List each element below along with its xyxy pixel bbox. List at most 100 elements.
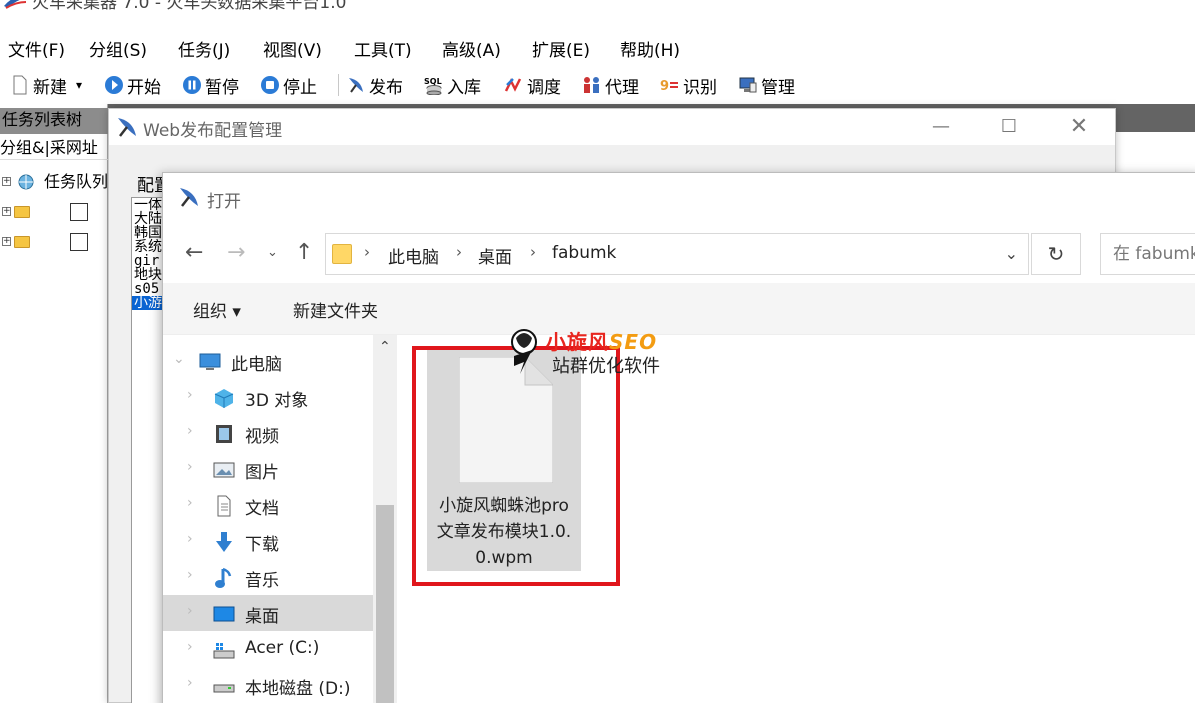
breadcrumb-separator-icon[interactable]: › [456, 243, 462, 261]
nav-item-3d-objects[interactable]: › 3D 对象 [163, 379, 373, 415]
tree-group-row[interactable]: + [0, 200, 108, 224]
chevron-right-icon[interactable]: › [187, 567, 193, 583]
breadcrumb-desktop[interactable]: 桌面 [478, 243, 512, 268]
highlight-annotation [412, 346, 620, 586]
svg-text:9: 9 [660, 79, 669, 94]
nav-item-music[interactable]: › 音乐 [163, 559, 373, 595]
scroll-up-icon[interactable]: ⌃ [379, 339, 391, 355]
start-label: 开始 [127, 77, 161, 98]
nav-label: 音乐 [245, 571, 279, 591]
new-label: 新建 [33, 77, 67, 98]
tree-group-row[interactable]: + [0, 230, 108, 254]
video-icon [216, 425, 232, 443]
chevron-right-icon[interactable]: › [187, 639, 193, 655]
forward-arrow-icon[interactable]: → [227, 239, 245, 267]
nav-item-pictures[interactable]: › 图片 [163, 451, 373, 487]
menu-file[interactable]: 文件(F) [8, 36, 65, 61]
minimize-icon[interactable]: — [923, 115, 959, 139]
import-button[interactable]: SQL 入库 [424, 72, 481, 98]
up-arrow-icon[interactable]: ↑ [295, 239, 313, 267]
expand-icon[interactable]: + [2, 177, 11, 186]
chevron-down-icon[interactable]: ⌄ [1005, 244, 1018, 263]
nav-item-desktop[interactable]: › 桌面 [163, 595, 373, 631]
publish-button[interactable]: 发布 [346, 72, 403, 98]
menu-help[interactable]: 帮助(H) [620, 36, 680, 61]
nav-item-this-pc[interactable]: ⌄ 此电脑 [163, 343, 373, 379]
play-icon [105, 76, 123, 94]
nav-item-drive-d[interactable]: › 本地磁盘 (D:) [163, 667, 373, 703]
start-button[interactable]: 开始 [104, 72, 161, 98]
nav-label: 图片 [245, 463, 279, 483]
expand-icon[interactable]: + [2, 207, 11, 216]
nav-label: 文档 [245, 499, 279, 519]
open-dialog-titlebar[interactable]: 打开 [163, 173, 1195, 217]
pause-button[interactable]: 暂停 [182, 72, 239, 98]
task-tree-columns[interactable]: 分组&|采网址 [0, 136, 108, 160]
nav-item-videos[interactable]: › 视频 [163, 415, 373, 451]
new-button[interactable]: 新建 ▾ [10, 72, 82, 98]
manage-button[interactable]: 管理 [738, 72, 795, 98]
chevron-right-icon[interactable]: › [187, 603, 193, 619]
refresh-button[interactable]: ↻ [1031, 233, 1081, 275]
organize-button[interactable]: 组织 ▾ [193, 297, 241, 322]
nav-item-documents[interactable]: › 文档 [163, 487, 373, 523]
stop-label: 停止 [283, 77, 317, 98]
breadcrumb-fabumk[interactable]: fabumk [552, 243, 616, 263]
chevron-down-icon[interactable]: ⌄ [173, 351, 185, 367]
close-icon[interactable]: ✕ [1061, 115, 1097, 139]
chevron-right-icon[interactable]: › [187, 387, 193, 403]
watermark: 小旋风SEO 站群优化软件 [500, 320, 700, 382]
group-checkbox[interactable] [70, 203, 88, 221]
3d-objects-icon [214, 389, 234, 408]
nav-label: 此电脑 [231, 355, 282, 375]
nav-item-downloads[interactable]: › 下载 [163, 523, 373, 559]
task-tree-header: 任务列表树 [0, 108, 108, 134]
folder-icon [332, 244, 352, 264]
chevron-right-icon[interactable]: › [187, 675, 193, 691]
web-dialog-titlebar[interactable]: Web发布配置管理 — ☐ ✕ [109, 109, 1115, 145]
search-box[interactable] [1100, 233, 1195, 275]
schedule-button[interactable]: 调度 [504, 72, 561, 98]
breadcrumb-separator-icon[interactable]: › [530, 243, 536, 261]
expand-icon[interactable]: + [2, 237, 11, 246]
manage-icon [739, 77, 757, 93]
recent-locations-chevron-icon[interactable]: ⌄ [267, 239, 278, 267]
menu-view[interactable]: 视图(V) [263, 36, 322, 61]
menu-extend[interactable]: 扩展(E) [532, 36, 590, 61]
breadcrumb-separator-icon[interactable]: › [364, 243, 370, 261]
desktop-icon [213, 606, 235, 622]
nav-label: 本地磁盘 (D:) [245, 679, 351, 699]
chevron-right-icon[interactable]: › [187, 495, 193, 511]
new-file-icon [13, 75, 27, 95]
stop-button[interactable]: 停止 [260, 72, 317, 98]
menu-tools[interactable]: 工具(T) [354, 36, 412, 61]
proxy-button[interactable]: 代理 [582, 72, 639, 98]
chevron-right-icon[interactable]: › [187, 531, 193, 547]
maximize-icon[interactable]: ☐ [991, 115, 1027, 139]
menu-task[interactable]: 任务(J) [178, 36, 230, 61]
group-checkbox[interactable] [70, 233, 88, 251]
chevron-right-icon[interactable]: › [187, 459, 193, 475]
satellite-icon [118, 118, 136, 137]
chevron-right-icon[interactable]: › [187, 423, 193, 439]
breadcrumb-this-pc[interactable]: 此电脑 [388, 243, 439, 268]
new-dropdown-icon[interactable]: ▾ [76, 78, 82, 92]
recognize-icon: 9 [660, 79, 678, 94]
back-arrow-icon[interactable]: ← [185, 239, 203, 267]
watermark-logo-icon [511, 329, 537, 374]
nav-item-drive-c[interactable]: › Acer (C:) [163, 631, 373, 667]
search-input[interactable] [1101, 234, 1195, 274]
music-icon [215, 567, 232, 588]
menu-advanced[interactable]: 高级(A) [442, 36, 501, 61]
address-bar[interactable]: › 此电脑 › 桌面 › fabumk ⌄ [325, 233, 1029, 275]
watermark-brand-seo: SEO [609, 330, 658, 354]
nav-scrollbar-thumb[interactable] [376, 505, 394, 703]
tree-root-row[interactable]: + 任务队列 [0, 170, 108, 194]
nav-label: Acer (C:) [245, 638, 320, 658]
import-label: 入库 [447, 77, 481, 98]
menu-group[interactable]: 分组(S) [89, 36, 147, 61]
recognize-button[interactable]: 9 识别 [660, 72, 717, 98]
new-folder-button[interactable]: 新建文件夹 [293, 297, 378, 322]
svg-text:SQL: SQL [424, 77, 442, 86]
menubar: 文件(F) 分组(S) 任务(J) 视图(V) 工具(T) 高级(A) 扩展(E… [0, 28, 1195, 64]
